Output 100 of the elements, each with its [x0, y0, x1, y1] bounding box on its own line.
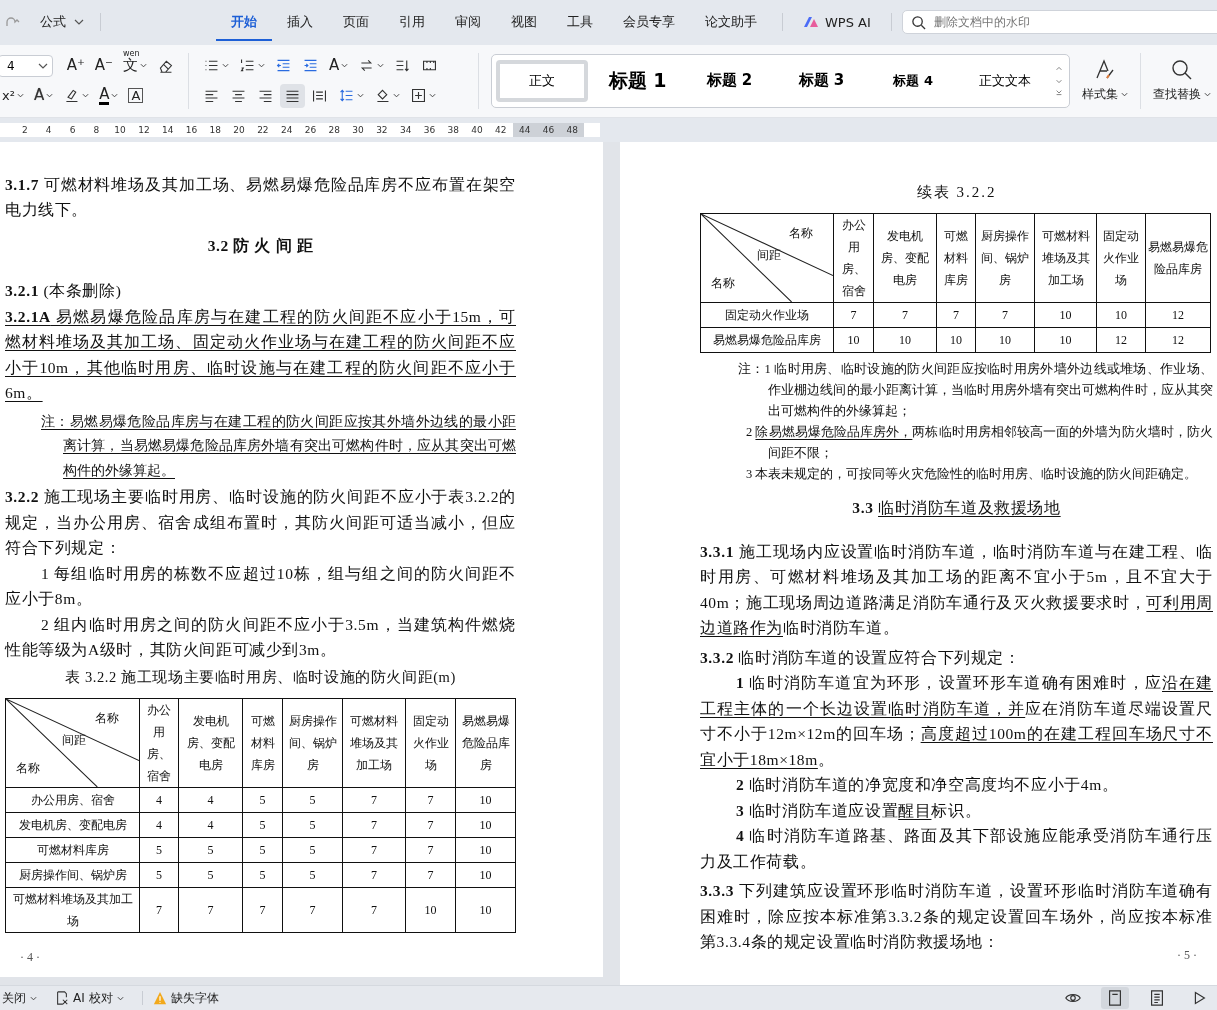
table-cell: 7 [936, 302, 976, 328]
style-option[interactable]: 标题 4 [871, 59, 956, 102]
table-cell: 10 [455, 812, 516, 838]
document-cross-icon [55, 991, 69, 1005]
close-dropdown[interactable]: 关闭 [2, 989, 45, 1007]
table-header: 厨房操作间、锅炉房 [975, 213, 1035, 303]
paragraph: 3 临时消防车道应设置醒目标识。 [735, 800, 983, 821]
style-option[interactable]: 标题 3 [779, 59, 864, 102]
ruler-number: 18 [208, 124, 222, 135]
table-cell: 7 [242, 887, 283, 933]
caret-icon [1204, 92, 1211, 98]
text-effect-button[interactable]: A [29, 83, 58, 108]
search-icon [910, 14, 926, 30]
ribbon-tab[interactable]: 会员专享 [608, 3, 690, 42]
ribbon-tab[interactable]: 视图 [496, 3, 552, 42]
style-set-button[interactable]: 样式集 [1076, 44, 1134, 117]
proofread-button[interactable]: AI 校对 [55, 989, 132, 1007]
table-cell: 7 [975, 302, 1035, 328]
logo-icon [803, 16, 819, 29]
table-cell: 易燃易爆危险品库房 [700, 327, 834, 353]
ruler-number: 36 [422, 124, 437, 135]
chevron-icon [37, 62, 48, 69]
ribbon-tab[interactable]: 插入 [272, 3, 328, 42]
table-cell: 7 [405, 862, 456, 888]
table-cell: 7 [342, 812, 406, 838]
table-cell: 5 [242, 837, 283, 863]
table-cell: 5 [139, 862, 179, 888]
shading-icon [374, 87, 391, 105]
table-cell: 10 [975, 327, 1035, 353]
table-cell: 5 [282, 837, 343, 863]
ruler-number: 44 [512, 122, 537, 137]
ruler-number: 48 [560, 122, 585, 137]
table-cell: 10 [833, 327, 874, 353]
table-cell: 5 [178, 837, 243, 863]
caret-icon [111, 93, 119, 99]
superscript-button[interactable]: x² [0, 83, 28, 108]
table-cell: 12 [1145, 302, 1211, 328]
table-header: 发电机房、变配电房 [873, 213, 937, 303]
outline-view-icon [1148, 989, 1166, 1007]
table-cell: 10 [455, 837, 516, 863]
ai-button[interactable]: WPS AI [793, 10, 881, 34]
ribbon-tab[interactable]: 页面 [328, 3, 384, 42]
phonetic-button[interactable]: wen 文 [119, 53, 151, 78]
table-cell: 固定动火作业场 [700, 302, 834, 328]
char-border-button[interactable]: A [124, 83, 148, 108]
table-header: 办公用房、宿舍 [139, 698, 179, 788]
table-cell: 10 [936, 327, 976, 353]
table-header: 易燃易爆危险品库房 [455, 698, 516, 788]
find-replace-button[interactable]: 查找替换 [1147, 44, 1217, 117]
ruler-number: 10 [113, 124, 127, 135]
table-cell: 5 [242, 787, 283, 813]
paragraph: 2 组内临时用房之间的防火间距不应小于3.5m，当建筑构件燃烧性能等级为A级时，其防火间距可减少到3m。 [5, 614, 516, 661]
ribbon-tab[interactable]: 工具 [552, 3, 608, 42]
table-header: 易燃易爆危险品库房 [1145, 213, 1211, 303]
shrink-font-button[interactable]: A⁻ [90, 53, 117, 78]
caret-icon [30, 995, 37, 1001]
caret-icon [357, 93, 364, 99]
font-size-field[interactable]: 4 [0, 54, 53, 77]
grow-font-button[interactable]: A⁺ [62, 53, 89, 78]
caret-icon [429, 93, 436, 99]
style-option[interactable]: 标题 1 [595, 59, 680, 102]
page-view-button[interactable] [1101, 987, 1129, 1009]
paragraph: 3.2.2 施工现场主要临时用房、临时设施的防火间距不应小于表3.2.2的规定，当办公用房、宿舍成组布置时，其防火间距可适当减小，但应符合下列规定： [5, 487, 516, 559]
table-header: 名称 [95, 710, 119, 728]
ribbon-tab[interactable]: 开始 [216, 3, 272, 42]
ruler-number: 20 [232, 124, 246, 135]
align-justify-button[interactable] [280, 83, 305, 108]
paragraph: 3.3 临时消防车道及救援场地 [851, 498, 1062, 519]
table-cell: 10 [455, 787, 516, 813]
ribbon-tab[interactable]: 审阅 [440, 3, 496, 42]
ruler-number: 8 [92, 124, 101, 135]
table-cell: 5 [282, 787, 343, 813]
paragraph: 1 临时消防车道宜为环形，设置环形车道确有困难时，应沿在建工程主体的一个长边设置临时消防车道，并应在消防车道尽端设置尺寸不小于12m×12m的回车场；高度超过100m的在建工程回车场尺寸不宜小于18m×18m。 [700, 673, 1213, 770]
missing-fonts-button[interactable]: 缺失字体 [152, 989, 227, 1007]
char-spacing-button[interactable]: A [325, 53, 353, 78]
paragraph: 2 临时消防车道的净宽度和净空高度均不应小于4m。 [735, 775, 1120, 796]
table-cell: 10 [1096, 302, 1146, 328]
ruler-number: 26 [303, 124, 318, 135]
style-option[interactable]: 正文 [495, 59, 588, 102]
ruler-number: 30 [351, 124, 365, 135]
search-input[interactable]: 删除文档中的水印 [931, 14, 1196, 31]
table-cell: 5 [282, 812, 343, 838]
ribbon-tab[interactable]: 引用 [384, 3, 440, 42]
ribbon-tab[interactable]: 论文助手 [690, 3, 772, 42]
table-header: 名称 [711, 275, 735, 293]
caret-icon [46, 93, 54, 99]
quick-access-dropdown[interactable]: 公式 [30, 9, 90, 36]
ruler-number: 28 [327, 124, 341, 135]
caret-icon [116, 995, 124, 1001]
style-option[interactable]: 正文文本 [963, 59, 1048, 102]
table-header: 名称 [16, 760, 40, 778]
ruler-number: 42 [494, 124, 508, 135]
caret-icon [377, 63, 385, 69]
ruler-number: 32 [375, 124, 389, 135]
caret-icon [393, 93, 400, 99]
paragraph: 2 除易燃易爆危险品库房外，两栋临时用房相邻较高一面的外墙为防火墙时，防火间距不限； [745, 424, 1213, 463]
paragraph: 3.2 防 火 间 距 [206, 235, 315, 256]
search-field[interactable]: 删除文档中的水印 [901, 10, 1217, 35]
font-color-button[interactable]: A [95, 83, 123, 108]
style-option[interactable]: 标题 2 [687, 59, 772, 102]
